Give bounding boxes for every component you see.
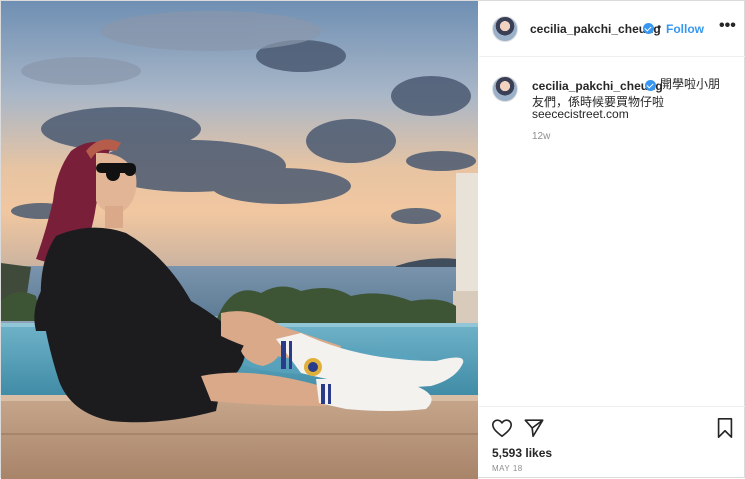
action-bar: 5,593 likes MAY 18 <box>479 406 745 479</box>
avatar[interactable] <box>492 16 518 42</box>
more-icon[interactable]: ••• <box>719 17 736 35</box>
caption-avatar[interactable] <box>492 76 518 102</box>
caption-text-line1: 開學啦小朋 <box>660 77 721 91</box>
header-username[interactable]: cecilia_pakchi_cheung <box>530 22 661 36</box>
post-photo[interactable] <box>1 1 478 479</box>
follow-button[interactable]: Follow <box>666 22 704 36</box>
verified-badge-icon <box>643 23 654 34</box>
instagram-post: cecilia_pakchi_cheung • Follow ••• cecil… <box>0 0 745 479</box>
verified-badge-icon <box>645 80 656 91</box>
separator-dot: • <box>657 20 662 34</box>
post-header: cecilia_pakchi_cheung • Follow ••• <box>479 1 745 57</box>
likes-count[interactable]: 5,593 likes <box>492 446 552 460</box>
caption-area: cecilia_pakchi_cheung 開學啦小朋 友們，係時候要買物仔啦 … <box>479 58 745 405</box>
heart-icon[interactable] <box>491 417 513 444</box>
caption-age: 12w <box>532 131 551 142</box>
post-photo-art <box>1 1 478 479</box>
share-icon[interactable] <box>523 417 545 444</box>
bookmark-icon[interactable] <box>715 417 735 444</box>
caption-link[interactable]: seececistreet.com <box>532 107 629 121</box>
caption-username[interactable]: cecilia_pakchi_cheung <box>532 79 663 93</box>
post-sidebar: cecilia_pakchi_cheung • Follow ••• cecil… <box>479 1 745 479</box>
post-date: MAY 18 <box>492 464 523 473</box>
